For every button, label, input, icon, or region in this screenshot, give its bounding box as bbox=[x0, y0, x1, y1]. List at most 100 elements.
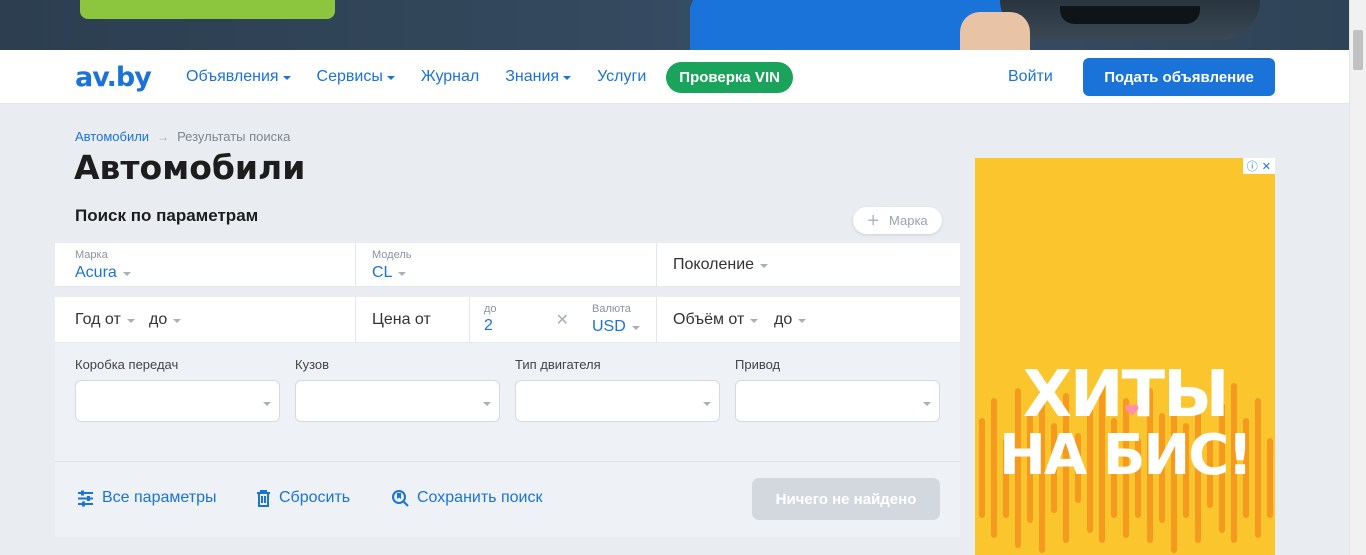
plus-icon: + bbox=[867, 209, 880, 232]
chevron-down-icon bbox=[750, 319, 759, 323]
price-to-label: до bbox=[484, 303, 497, 315]
reset-button[interactable]: Сбросить bbox=[256, 489, 350, 507]
generation-select[interactable]: Поколение bbox=[657, 243, 960, 286]
search-results-button[interactable]: Ничего не найдено bbox=[752, 478, 940, 520]
chevron-down-icon bbox=[398, 272, 407, 276]
chevron-down-icon bbox=[386, 76, 395, 80]
currency-value-wrap: USD bbox=[592, 318, 640, 336]
price-from-input[interactable]: Цена от bbox=[356, 297, 470, 342]
chevron-down-icon bbox=[563, 76, 572, 80]
reset-label: Сбросить bbox=[279, 489, 351, 506]
volume-to-select[interactable]: до bbox=[774, 311, 807, 329]
nav-item-ads[interactable]: Объявления bbox=[186, 68, 291, 86]
close-icon[interactable]: ✕ bbox=[1262, 160, 1271, 173]
chevron-down-icon bbox=[173, 319, 182, 323]
body-group: Кузов bbox=[295, 357, 500, 422]
site-logo[interactable]: av.by bbox=[75, 62, 152, 93]
engine-select[interactable] bbox=[515, 380, 720, 422]
chevron-down-icon bbox=[798, 319, 807, 323]
brand-label: Марка bbox=[75, 249, 108, 261]
ad-headline-1: ХИТЫ bbox=[1022, 358, 1230, 432]
model-select[interactable]: Модель CL bbox=[356, 243, 657, 286]
ad-banner[interactable]: ХИТЫ НА БИС! ⓘ ✕ bbox=[975, 158, 1275, 555]
volume-from-select[interactable]: Объём от bbox=[673, 311, 759, 329]
add-brand-button[interactable]: + Марка bbox=[853, 207, 942, 234]
section-title: Поиск по параметрам bbox=[75, 206, 259, 225]
heart-icon bbox=[1125, 404, 1139, 416]
engine-label: Тип двигателя bbox=[515, 357, 601, 372]
banner-green-shape bbox=[80, 0, 335, 19]
year-range: Год от до bbox=[55, 297, 356, 342]
login-link[interactable]: Войти bbox=[1008, 68, 1053, 86]
sliders-icon bbox=[78, 490, 93, 506]
chevron-down-icon bbox=[122, 272, 131, 276]
generation-placeholder: Поколение bbox=[673, 256, 755, 273]
breadcrumb: Автомобили → Результаты поиска bbox=[75, 129, 290, 144]
save-search-icon bbox=[392, 490, 409, 507]
save-search-label: Сохранить поиск bbox=[417, 489, 543, 506]
generation-placeholder-wrap: Поколение bbox=[673, 256, 769, 274]
nav-item-label: Услуги bbox=[597, 68, 647, 85]
top-banner[interactable] bbox=[0, 0, 1349, 50]
post-ad-button[interactable]: Подать объявление bbox=[1083, 58, 1275, 96]
nav-menu: Объявления Сервисы Журнал Знания Услуги … bbox=[186, 50, 793, 104]
filter-row-secondary: Год от до Цена от до 2 ✕ Валюта USD Объё… bbox=[55, 297, 960, 343]
chevron-down-icon bbox=[703, 402, 711, 406]
ad-choices-badge[interactable]: ⓘ ✕ bbox=[1242, 158, 1275, 174]
nav-item-label: Сервисы bbox=[316, 68, 383, 85]
nav-item-label: Объявления bbox=[186, 68, 279, 85]
currency-value: USD bbox=[592, 318, 626, 335]
vin-check-button[interactable]: Проверка VIN bbox=[666, 61, 793, 93]
nav-item-knowledge[interactable]: Знания bbox=[505, 68, 572, 86]
page-scrollbar[interactable] bbox=[1349, 0, 1366, 555]
year-from-select[interactable]: Год от bbox=[75, 311, 135, 329]
chevron-down-icon bbox=[282, 76, 291, 80]
price-from-label: Цена от bbox=[372, 311, 431, 328]
nav-item-services[interactable]: Сервисы bbox=[317, 68, 395, 86]
breadcrumb-current: Результаты поиска bbox=[177, 129, 291, 144]
year-to-select[interactable]: до bbox=[149, 311, 182, 329]
action-bar: Все параметры Сбросить Сохранить поиск Н… bbox=[55, 461, 960, 537]
breadcrumb-root-link[interactable]: Автомобили bbox=[75, 129, 149, 144]
page-title: Автомобили bbox=[74, 148, 306, 187]
drive-group: Привод bbox=[735, 357, 940, 422]
currency-select[interactable]: Валюта USD bbox=[582, 297, 657, 342]
price-to-value: 2 bbox=[484, 317, 493, 334]
brand-value-wrap: Acura bbox=[75, 264, 131, 282]
add-brand-label: Марка bbox=[889, 213, 928, 228]
model-label: Модель bbox=[372, 249, 412, 261]
arrow-right-icon: → bbox=[157, 129, 170, 144]
trash-icon bbox=[257, 489, 270, 507]
nav-item-journal[interactable]: Журнал bbox=[421, 68, 479, 86]
price-to-input[interactable]: до 2 ✕ bbox=[470, 297, 582, 342]
chevron-down-icon bbox=[923, 402, 931, 406]
transmission-group: Коробка передач bbox=[75, 357, 280, 422]
clear-icon[interactable]: ✕ bbox=[556, 310, 569, 330]
nav-item-services-paid[interactable]: Услуги bbox=[597, 68, 646, 86]
ad-headline-2: НА БИС! bbox=[999, 423, 1253, 488]
transmission-select[interactable] bbox=[75, 380, 280, 422]
navbar: av.by Объявления Сервисы Журнал Знания У… bbox=[0, 50, 1349, 104]
brand-value: Acura bbox=[75, 264, 117, 281]
model-value: CL bbox=[372, 264, 393, 281]
year-to-label: до bbox=[149, 311, 168, 328]
info-icon[interactable]: ⓘ bbox=[1247, 158, 1258, 174]
save-search-button[interactable]: Сохранить поиск bbox=[391, 489, 542, 507]
drive-label: Привод bbox=[735, 357, 781, 372]
chevron-down-icon bbox=[483, 402, 491, 406]
body-label: Кузов bbox=[295, 357, 330, 372]
body-select[interactable] bbox=[295, 380, 500, 422]
currency-label: Валюта bbox=[592, 303, 631, 315]
scrollbar-thumb[interactable] bbox=[1353, 30, 1363, 70]
all-params-button[interactable]: Все параметры bbox=[77, 489, 216, 507]
volume-to-label: до bbox=[774, 311, 793, 328]
chevron-down-icon bbox=[126, 319, 135, 323]
banner-car-grille bbox=[1060, 6, 1200, 24]
brand-select[interactable]: Марка Acura bbox=[55, 243, 356, 286]
drive-select[interactable] bbox=[735, 380, 940, 422]
transmission-label: Коробка передач bbox=[75, 357, 179, 372]
filter-row-primary: Марка Acura Модель CL Поколение bbox=[55, 243, 960, 287]
engine-group: Тип двигателя bbox=[515, 357, 720, 422]
year-from-label: Год от bbox=[75, 311, 121, 328]
chevron-down-icon bbox=[760, 264, 769, 268]
